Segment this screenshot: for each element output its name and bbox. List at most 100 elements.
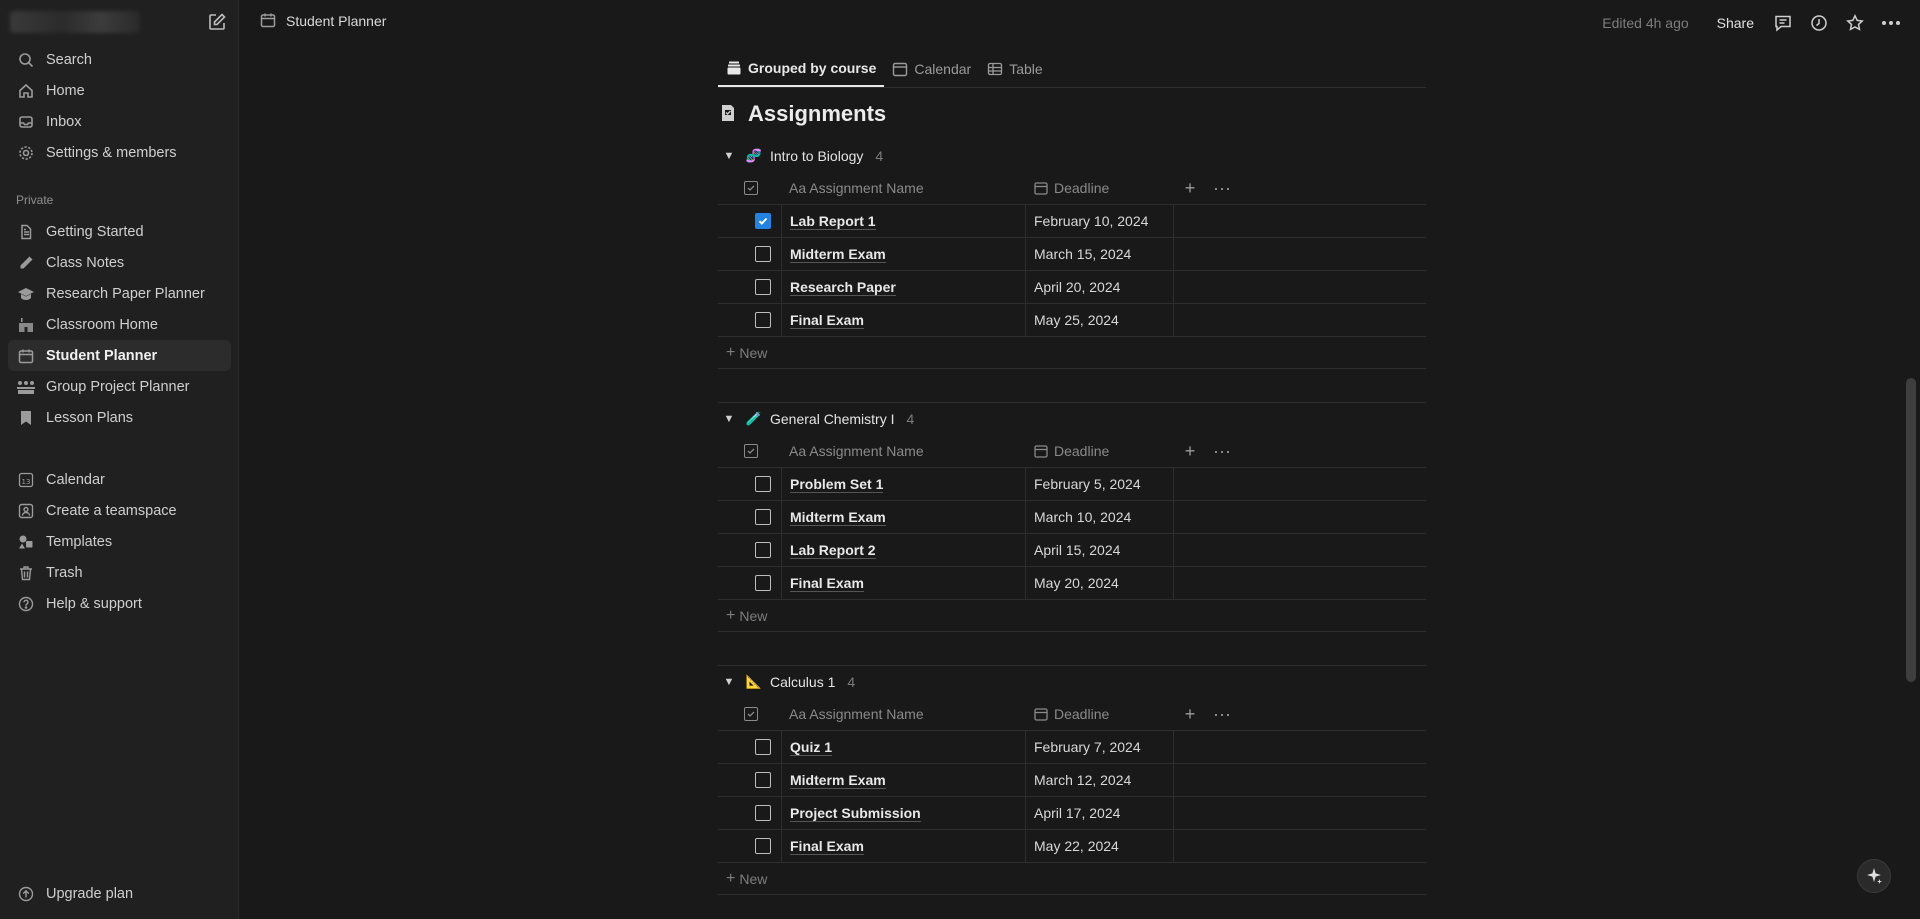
table-row[interactable]: Research Paper April 20, 2024	[718, 271, 1426, 304]
collapse-caret-icon[interactable]: ▼	[718, 150, 740, 162]
deadline-cell[interactable]: March 15, 2024	[1026, 238, 1174, 270]
table-row[interactable]: Quiz 1 February 7, 2024	[718, 731, 1426, 764]
unchecked-checkbox[interactable]	[755, 279, 771, 295]
done-cell[interactable]	[718, 205, 781, 237]
assignment-name[interactable]: Midterm Exam	[790, 246, 886, 263]
unchecked-checkbox[interactable]	[755, 312, 771, 328]
done-cell[interactable]	[718, 797, 781, 829]
header-deadline[interactable]: Deadline	[1026, 172, 1174, 204]
deadline-cell[interactable]: February 5, 2024	[1026, 468, 1174, 500]
sidebar-item-templates[interactable]: Templates	[8, 526, 231, 557]
database-title[interactable]: Assignments	[718, 88, 1426, 140]
done-cell[interactable]	[718, 238, 781, 270]
assignment-name[interactable]: Research Paper	[790, 279, 896, 296]
table-row[interactable]: Final Exam May 25, 2024	[718, 304, 1426, 337]
done-cell[interactable]	[718, 567, 781, 599]
workspace-name-blurred[interactable]	[10, 11, 140, 33]
assignment-name-cell[interactable]: Lab Report 2	[781, 534, 1026, 566]
assignment-name[interactable]: Lab Report 1	[790, 213, 876, 230]
new-page-icon[interactable]	[207, 12, 227, 32]
upgrade-plan-button[interactable]: Upgrade plan	[8, 878, 231, 909]
done-cell[interactable]	[718, 468, 781, 500]
assignment-name-cell[interactable]: Final Exam	[781, 830, 1026, 862]
more-options-icon[interactable]: ···	[1206, 441, 1238, 462]
unchecked-checkbox[interactable]	[755, 476, 771, 492]
sidebar-item-home[interactable]: Home	[8, 75, 231, 106]
assignment-name[interactable]: Midterm Exam	[790, 509, 886, 526]
table-row[interactable]: Final Exam May 22, 2024	[718, 830, 1426, 863]
scrollbar[interactable]	[1906, 378, 1916, 682]
unchecked-checkbox[interactable]	[755, 838, 771, 854]
table-row[interactable]: Final Exam May 20, 2024	[718, 567, 1426, 600]
share-button[interactable]: Share	[1717, 15, 1754, 31]
deadline-cell[interactable]: May 20, 2024	[1026, 567, 1174, 599]
assignment-name-cell[interactable]: Project Submission	[781, 797, 1026, 829]
tab-table[interactable]: Table	[979, 50, 1050, 87]
more-options-icon[interactable]: ···	[1206, 704, 1238, 725]
deadline-cell[interactable]: April 17, 2024	[1026, 797, 1174, 829]
sidebar-item-settings[interactable]: Settings & members	[8, 137, 231, 168]
ai-assistant-button[interactable]	[1857, 859, 1891, 893]
assignment-name[interactable]: Quiz 1	[790, 739, 833, 756]
sidebar-item-classroom-home[interactable]: Classroom Home	[8, 309, 231, 340]
header-deadline[interactable]: Deadline	[1026, 435, 1174, 467]
table-row[interactable]: Project Submission April 17, 2024	[718, 797, 1426, 830]
assignment-name-cell[interactable]: Final Exam	[781, 567, 1026, 599]
unchecked-checkbox[interactable]	[755, 772, 771, 788]
collapse-caret-icon[interactable]: ▼	[718, 676, 740, 688]
tab-grouped-by-course[interactable]: Grouped by course	[718, 50, 885, 87]
deadline-cell[interactable]: May 22, 2024	[1026, 830, 1174, 862]
table-row[interactable]: Problem Set 1 February 5, 2024	[718, 468, 1426, 501]
done-cell[interactable]	[718, 830, 781, 862]
table-row[interactable]: Lab Report 2 April 15, 2024	[718, 534, 1426, 567]
checked-checkbox[interactable]	[755, 213, 771, 229]
add-property-icon[interactable]: +	[1174, 704, 1206, 725]
collapse-caret-icon[interactable]: ▼	[718, 413, 740, 425]
assignment-name[interactable]: Problem Set 1	[790, 476, 884, 493]
sidebar-item-search[interactable]: Search	[8, 44, 231, 75]
deadline-cell[interactable]: February 7, 2024	[1026, 731, 1174, 763]
header-name[interactable]: Aa Assignment Name	[781, 172, 1026, 204]
unchecked-checkbox[interactable]	[755, 246, 771, 262]
unchecked-checkbox[interactable]	[755, 542, 771, 558]
deadline-cell[interactable]: February 10, 2024	[1026, 205, 1174, 237]
assignment-name-cell[interactable]: Midterm Exam	[781, 238, 1026, 270]
assignment-name[interactable]: Final Exam	[790, 575, 864, 592]
header-checkbox-cell[interactable]	[718, 172, 781, 204]
assignment-name-cell[interactable]: Problem Set 1	[781, 468, 1026, 500]
sidebar-item-calendar[interactable]: 13 Calendar	[8, 464, 231, 495]
assignment-name-cell[interactable]: Quiz 1	[781, 731, 1026, 763]
unchecked-checkbox[interactable]	[755, 575, 771, 591]
deadline-cell[interactable]: April 20, 2024	[1026, 271, 1174, 303]
table-row[interactable]: Midterm Exam March 10, 2024	[718, 501, 1426, 534]
new-row-button[interactable]: + New	[718, 600, 1426, 632]
assignment-name[interactable]: Lab Report 2	[790, 542, 876, 559]
assignment-name[interactable]: Midterm Exam	[790, 772, 886, 789]
assignment-name-cell[interactable]: Research Paper	[781, 271, 1026, 303]
tab-calendar[interactable]: Calendar	[884, 50, 979, 87]
assignment-name-cell[interactable]: Final Exam	[781, 304, 1026, 336]
deadline-cell[interactable]: April 15, 2024	[1026, 534, 1174, 566]
sidebar-item-inbox[interactable]: Inbox	[8, 106, 231, 137]
unchecked-checkbox[interactable]	[755, 509, 771, 525]
done-cell[interactable]	[718, 534, 781, 566]
deadline-cell[interactable]: March 10, 2024	[1026, 501, 1174, 533]
sidebar-item-group-project-planner[interactable]: Group Project Planner	[8, 371, 231, 402]
sidebar-item-student-planner[interactable]: Student Planner	[8, 340, 231, 371]
add-property-icon[interactable]: +	[1174, 178, 1206, 199]
assignment-name[interactable]: Final Exam	[790, 312, 864, 329]
header-checkbox-cell[interactable]	[718, 698, 781, 730]
sidebar-item-class-notes[interactable]: Class Notes	[8, 247, 231, 278]
history-clock-icon[interactable]	[1806, 10, 1832, 36]
done-cell[interactable]	[718, 764, 781, 796]
group-header[interactable]: ▼ 🧪 General Chemistry I 4	[718, 403, 1426, 435]
unchecked-checkbox[interactable]	[755, 739, 771, 755]
sidebar-item-trash[interactable]: Trash	[8, 557, 231, 588]
workspace-switcher[interactable]	[8, 8, 231, 36]
header-name[interactable]: Aa Assignment Name	[781, 435, 1026, 467]
assignment-name[interactable]: Final Exam	[790, 838, 864, 855]
breadcrumb[interactable]: Student Planner	[260, 12, 386, 30]
header-deadline[interactable]: Deadline	[1026, 698, 1174, 730]
new-row-button[interactable]: + New	[718, 863, 1426, 895]
assignment-name-cell[interactable]: Midterm Exam	[781, 501, 1026, 533]
